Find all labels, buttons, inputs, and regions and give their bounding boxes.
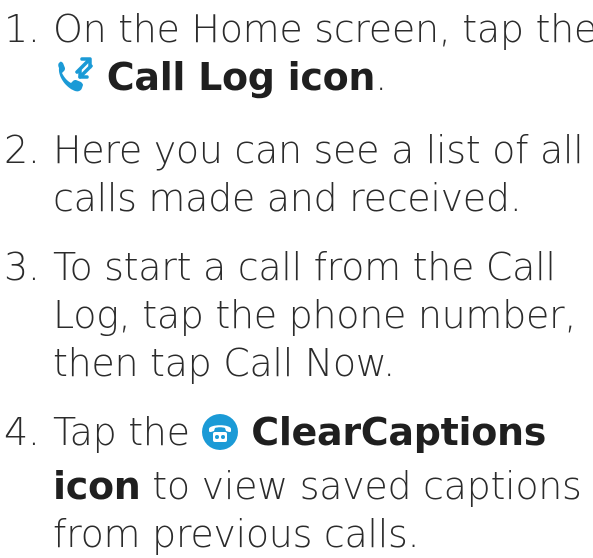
step-line: On the Home screen, tap the [53,7,593,51]
step-line: icon to view saved captions [53,462,588,510]
step-number: 3. [4,245,40,289]
step-text: To start a call from the Call Log, tap t… [53,243,588,387]
step-text: Tap the ClearCaptions icon to view saved… [53,408,588,558]
step-text: On the Home screen, tap the Call Log ico… [53,5,593,107]
step-line: calls made and received. [53,176,522,220]
step-line: To start a call from the Call [53,245,556,289]
step-number: 2. [4,128,40,172]
step-number: 4. [4,410,40,454]
step-line: Log, tap the phone number, [53,293,577,337]
step-lead-text: Tap the [53,410,190,454]
step-punctuation: . [375,55,387,99]
step-line: Tap the ClearCaptions [53,408,588,462]
step-rest-text: to view saved captions [152,464,582,508]
clearcaptions-icon [201,413,239,462]
step-line: then tap Call Now. [53,341,395,385]
step-number: 1. [4,7,40,51]
step-line: from previous calls. [53,512,420,556]
icon-label: icon [53,464,141,508]
call-log-icon [53,54,95,107]
instruction-steps: 1. On the Home screen, tap the Call Log … [0,0,593,556]
step-line: Call Log icon. [53,53,588,107]
clearcaptions-label: ClearCaptions [251,410,547,454]
step-text: Here you can see a list of all calls mad… [53,126,588,222]
step-line: Here you can see a list of all [53,128,584,172]
call-log-label: Call Log icon [106,55,376,99]
